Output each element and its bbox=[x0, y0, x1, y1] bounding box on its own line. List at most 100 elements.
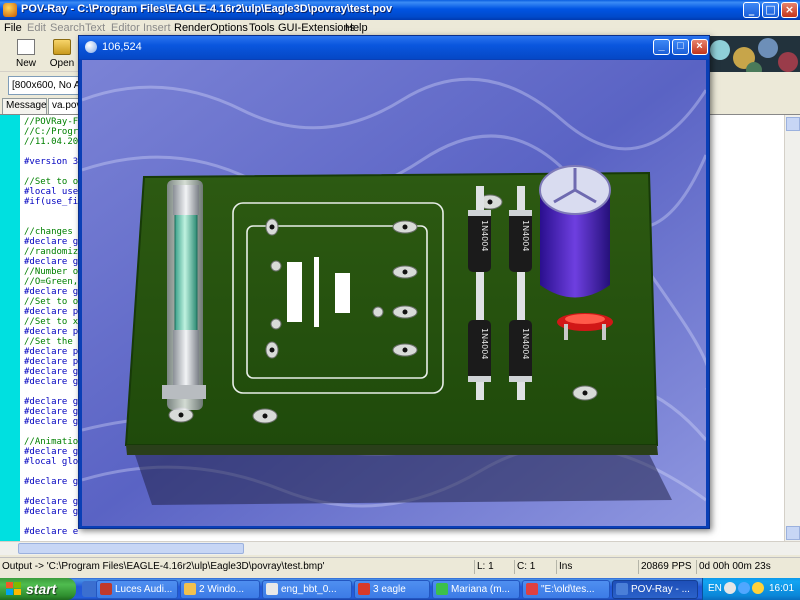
taskbar-button[interactable]: Luces Audi... bbox=[96, 580, 178, 599]
resolution-combo[interactable]: [800x600, No AA] bbox=[8, 76, 80, 95]
menu-editor[interactable]: Editor bbox=[111, 22, 140, 34]
menu-help[interactable]: Help bbox=[345, 22, 368, 34]
task-app-icon bbox=[184, 583, 196, 595]
code-line[interactable]: #declare g bbox=[24, 417, 84, 427]
code-line[interactable] bbox=[24, 207, 84, 217]
horizontal-scroll-thumb[interactable] bbox=[18, 543, 244, 554]
tray-app-icon[interactable] bbox=[724, 582, 736, 594]
code-line[interactable] bbox=[24, 387, 84, 397]
menu-gui-extensions[interactable]: GUI-Extensions bbox=[278, 22, 355, 34]
task-app-icon bbox=[436, 583, 448, 595]
menu-file[interactable]: File bbox=[4, 22, 22, 34]
code-line[interactable]: #declare g bbox=[24, 507, 84, 517]
code-line[interactable]: //randomiz bbox=[24, 247, 84, 257]
code-line[interactable]: #declare p bbox=[24, 327, 84, 337]
task-label: 2 Windo... bbox=[199, 584, 245, 595]
start-button[interactable]: start bbox=[0, 578, 76, 600]
code-line[interactable]: #declare g bbox=[24, 407, 84, 417]
tray-messenger-icon[interactable] bbox=[752, 582, 764, 594]
code-line[interactable]: #declare e bbox=[24, 527, 84, 537]
menu-search[interactable]: Search bbox=[50, 22, 85, 34]
code-line[interactable]: #declare g bbox=[24, 477, 84, 487]
scroll-up-arrow-icon[interactable] bbox=[786, 117, 800, 131]
code-line[interactable]: #declare g bbox=[24, 497, 84, 507]
code-line[interactable]: #declare g bbox=[24, 447, 84, 457]
menu-tools[interactable]: Tools bbox=[249, 22, 275, 34]
menu-bar: File Edit Search Text Editor Insert Rend… bbox=[0, 20, 800, 36]
render-close-button[interactable]: × bbox=[691, 39, 708, 55]
code-line[interactable]: #declare p bbox=[24, 347, 84, 357]
code-line[interactable]: //Animatio bbox=[24, 437, 84, 447]
code-line[interactable]: #version 3.5; bbox=[24, 157, 84, 167]
code-line[interactable] bbox=[24, 517, 84, 527]
task-label: "E:\old\tes... bbox=[541, 584, 595, 595]
horizontal-scrollbar[interactable] bbox=[0, 541, 800, 555]
taskbar-button[interactable]: eng_bbt_0... bbox=[262, 580, 352, 599]
taskbar-button[interactable]: 2 Windo... bbox=[180, 580, 260, 599]
tab-messages[interactable]: Messages bbox=[2, 98, 47, 114]
code-line[interactable] bbox=[24, 467, 84, 477]
open-label: Open bbox=[49, 58, 75, 69]
render-window-title: 106,524 bbox=[102, 41, 142, 53]
code-line[interactable]: //Set to on bbox=[24, 177, 84, 187]
task-label: eng_bbt_0... bbox=[281, 584, 337, 595]
scroll-down-arrow-icon[interactable] bbox=[786, 526, 800, 540]
vertical-scrollbar[interactable] bbox=[784, 115, 800, 542]
menu-text[interactable]: Text bbox=[85, 22, 105, 34]
render-title-bar[interactable]: 106,524 _ □ × bbox=[79, 36, 709, 59]
code-line[interactable]: #declare p bbox=[24, 357, 84, 367]
code-line[interactable]: //11.04.2007 bbox=[24, 137, 84, 147]
code-text[interactable]: //POVRay-File//C:/Program Files//11.04.2… bbox=[24, 117, 84, 537]
code-line[interactable]: #declare g bbox=[24, 397, 84, 407]
render-window[interactable]: 106,524 _ □ × 1N4004 1N4004 1N4004 1N400… bbox=[78, 35, 710, 529]
window-title: POV-Ray - C:\Program Files\EAGLE-4.16r2\… bbox=[21, 3, 393, 15]
code-line[interactable]: #if(use_fi bbox=[24, 197, 84, 207]
code-line[interactable]: #declare g bbox=[24, 257, 84, 267]
start-label: start bbox=[26, 581, 57, 597]
code-line[interactable]: //Number o bbox=[24, 267, 84, 277]
menu-insert[interactable]: Insert bbox=[143, 22, 171, 34]
task-label: 3 eagle bbox=[373, 584, 406, 595]
code-line[interactable]: //changes bbox=[24, 227, 84, 237]
code-line[interactable]: #declare g bbox=[24, 367, 84, 377]
code-line[interactable]: #local use_ bbox=[24, 187, 84, 197]
code-line[interactable]: #local glo bbox=[24, 457, 84, 467]
code-line[interactable]: //O=Green, bbox=[24, 277, 84, 287]
taskbar-button[interactable]: 3 eagle bbox=[354, 580, 430, 599]
code-line[interactable]: //C:/Program Files bbox=[24, 127, 84, 137]
tray-network-icon[interactable] bbox=[738, 582, 750, 594]
code-line[interactable] bbox=[24, 217, 84, 227]
close-button[interactable]: × bbox=[781, 2, 798, 18]
code-line[interactable]: #declare g bbox=[24, 377, 84, 387]
taskbar-button[interactable]: "E:\old\tes... bbox=[522, 580, 610, 599]
code-line[interactable]: //Set the bbox=[24, 337, 84, 347]
render-minimize-button[interactable]: _ bbox=[653, 39, 670, 55]
language-indicator[interactable]: EN bbox=[708, 583, 722, 594]
code-line[interactable]: //Set to x bbox=[24, 317, 84, 327]
code-line[interactable]: //Set to o bbox=[24, 297, 84, 307]
fuse bbox=[162, 180, 206, 410]
code-line[interactable] bbox=[24, 427, 84, 437]
code-line[interactable] bbox=[24, 487, 84, 497]
menu-render[interactable]: Render bbox=[174, 22, 210, 34]
main-title-bar[interactable]: POV-Ray - C:\Program Files\EAGLE-4.16r2\… bbox=[0, 0, 800, 20]
open-folder-icon bbox=[53, 39, 71, 55]
diode-marking-3: 1N4004 bbox=[480, 328, 489, 359]
render-maximize-button[interactable]: □ bbox=[672, 39, 689, 55]
menu-options[interactable]: Options bbox=[210, 22, 248, 34]
code-line[interactable]: #declare g bbox=[24, 237, 84, 247]
code-line[interactable]: //POVRay-File bbox=[24, 117, 84, 127]
open-button[interactable]: Open bbox=[44, 38, 80, 70]
code-line[interactable]: #declare p bbox=[24, 307, 84, 317]
code-line[interactable] bbox=[24, 167, 84, 177]
code-line[interactable] bbox=[24, 147, 84, 157]
maximize-button[interactable]: □ bbox=[762, 2, 779, 18]
status-output: Output -> 'C:\Program Files\EAGLE-4.16r2… bbox=[2, 561, 325, 572]
taskbar-button[interactable]: Mariana (m... bbox=[432, 580, 520, 599]
code-line[interactable]: #declare g bbox=[24, 287, 84, 297]
taskbar-button[interactable]: POV-Ray - ... bbox=[612, 580, 698, 599]
menu-edit[interactable]: Edit bbox=[27, 22, 46, 34]
editor-gutter bbox=[0, 115, 20, 542]
minimize-button[interactable]: _ bbox=[743, 2, 760, 18]
new-button[interactable]: New bbox=[8, 38, 44, 70]
